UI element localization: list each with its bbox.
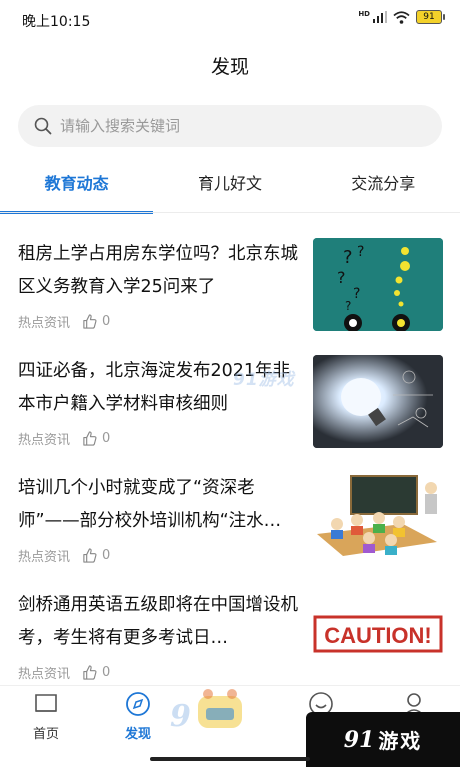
like-count: 0 (102, 314, 111, 329)
article-item[interactable]: 租房上学占用房东学位吗？北京东城区义务教育入学25问来了 热点资讯 0 ? ? … (0, 238, 460, 348)
tab-education-news[interactable]: 教育动态 (0, 160, 154, 214)
article-meta: 热点资讯 0 (18, 312, 110, 331)
watermark-logo: 9 (170, 689, 242, 734)
article-title: 四证必备，北京海淀发布2021年非本市户籍入学材料审核细则 (18, 361, 291, 414)
like-count: 0 (102, 548, 111, 563)
article-meta: 热点资讯 0 (18, 546, 110, 565)
brand-number: 91 (343, 726, 375, 753)
article-meta: 热点资讯 0 (18, 429, 110, 448)
caution-sign-image: CAUTION! (313, 589, 443, 682)
article-category: 热点资讯 (18, 550, 71, 565)
svg-text:?: ? (337, 268, 346, 287)
tab-parenting-articles[interactable]: 育儿好文 (153, 160, 306, 212)
status-time: 晚上10:15 (22, 14, 91, 30)
tab-community-sharing[interactable]: 交流分享 (307, 160, 460, 212)
article-thumbnail (313, 472, 443, 565)
home-icon (35, 694, 57, 712)
question-bulbs-image: ? ? ? ? ? (313, 238, 443, 331)
svg-text:?: ? (343, 247, 353, 268)
compass-icon (126, 692, 150, 716)
article-title: 剑桥通用英语五级即将在中国增设机考，考生将有更多考试日… (18, 595, 298, 648)
article-meta: 热点资讯 0 (18, 663, 110, 682)
thumbs-up-icon[interactable] (82, 548, 97, 563)
nav-home[interactable]: 首页 (16, 691, 76, 742)
search-input[interactable] (58, 116, 422, 136)
network-type-label: HD (358, 9, 370, 18)
svg-text:?: ? (345, 299, 351, 313)
classroom-cartoon-image (313, 472, 443, 565)
like-count: 0 (102, 431, 111, 446)
search-bar[interactable] (18, 105, 442, 147)
article-thumbnail: CAUTION! (313, 589, 443, 682)
tab-divider (0, 212, 460, 213)
article-thumbnail (313, 355, 443, 448)
thumbs-up-icon[interactable] (82, 314, 97, 329)
svg-text:?: ? (357, 244, 364, 260)
svg-text:?: ? (353, 286, 360, 302)
like-count: 0 (102, 665, 111, 680)
svg-text:9: 9 (170, 699, 191, 734)
article-category: 热点资讯 (18, 667, 71, 682)
article-title: 培训几个小时就变成了“资深老师”——部分校外培训机构“注水… (18, 478, 282, 531)
nav-home-label: 首页 (32, 727, 59, 742)
brand-text: 游戏 (378, 729, 423, 753)
wifi-icon (393, 10, 410, 24)
article-item[interactable]: 四证必备，北京海淀发布2021年非本市户籍入学材料审核细则 热点资讯 0 (0, 355, 460, 465)
status-bar: 晚上10:15 HD 91 (0, 0, 460, 40)
thumbs-up-icon[interactable] (82, 431, 97, 446)
home-indicator[interactable] (150, 757, 310, 761)
thumbs-up-icon[interactable] (82, 665, 97, 680)
lightbulb-strategy-image (313, 355, 443, 448)
status-icons: HD 91 (358, 9, 445, 24)
search-icon (34, 117, 52, 135)
battery-icon: 91 (416, 10, 445, 24)
article-category: 热点资讯 (18, 316, 71, 331)
brand-watermark: 91 游戏 (306, 712, 460, 767)
signal-icon (373, 11, 387, 23)
caution-sign-text: CAUTION! (324, 623, 432, 648)
article-title: 租房上学占用房东学位吗？北京东城区义务教育入学25问来了 (18, 244, 298, 297)
article-thumbnail: ? ? ? ? ? (313, 238, 443, 331)
article-category: 热点资讯 (18, 433, 71, 448)
tab-bar: 教育动态 育儿好文 交流分享 (0, 160, 460, 214)
page-title: 发现 (210, 56, 249, 78)
article-item[interactable]: 培训几个小时就变成了“资深老师”——部分校外培训机构“注水… 热点资讯 0 (0, 472, 460, 582)
